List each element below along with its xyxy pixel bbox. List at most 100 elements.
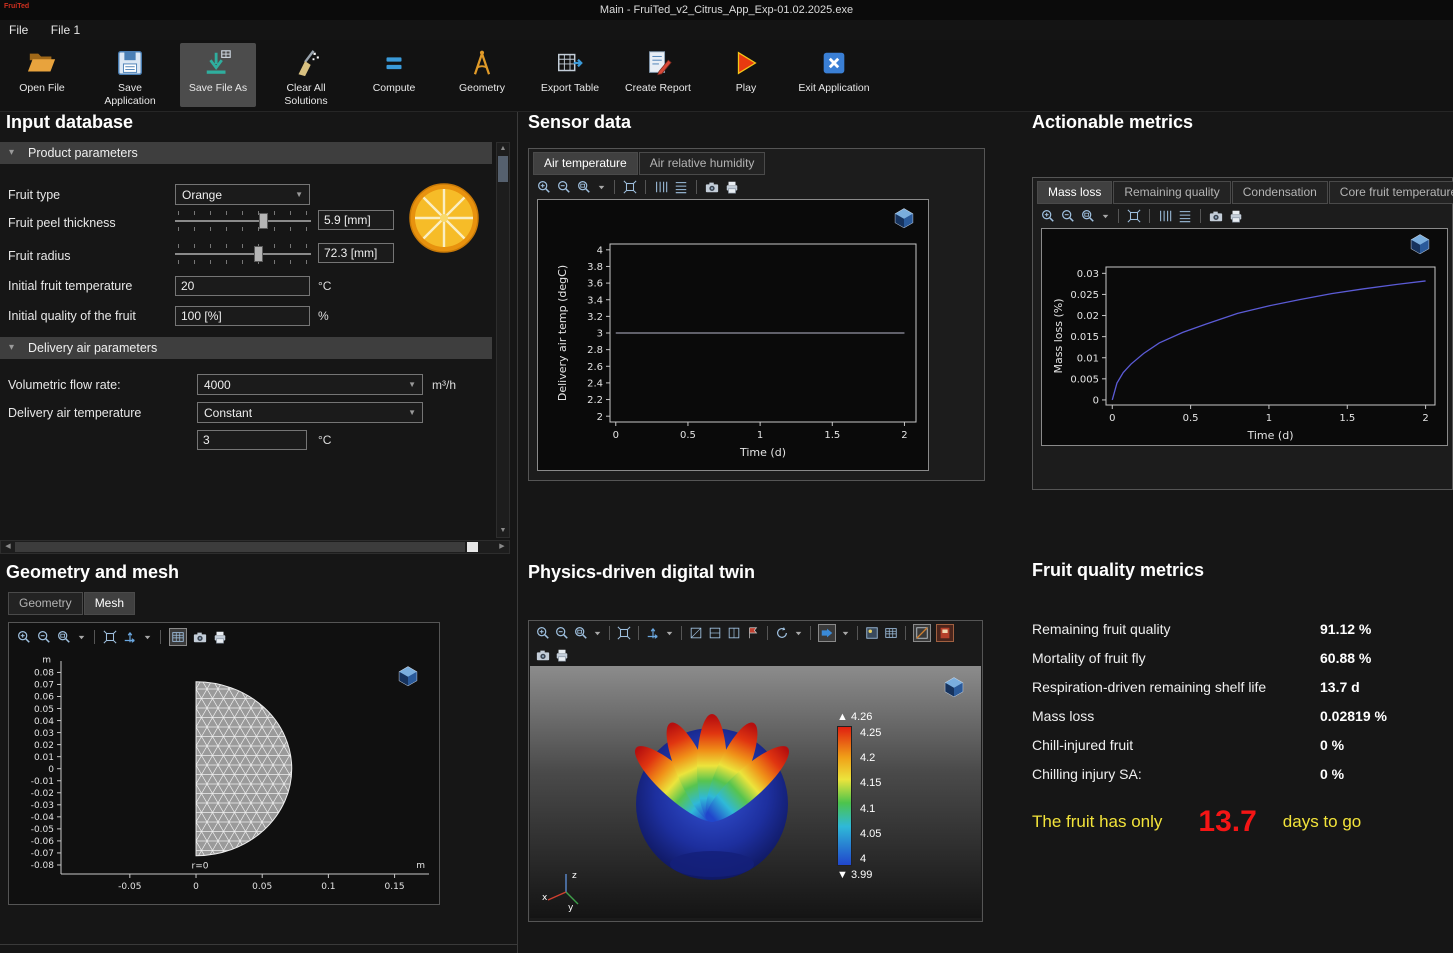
metric-value: 13.7 d (1320, 679, 1360, 695)
camera-icon[interactable] (1209, 209, 1223, 223)
chevron-down-icon[interactable] (143, 633, 152, 642)
go-button[interactable] (818, 624, 836, 642)
zoom-extents-icon[interactable] (623, 180, 637, 194)
chevron-down-icon[interactable] (77, 633, 86, 642)
twin-3d-view[interactable]: ▲ 4.26 4.25 4.2 4.15 4.1 4.05 4 ▼ (530, 666, 981, 918)
menu-file-1[interactable]: File 1 (42, 20, 89, 40)
delivery-temp-mode-dropdown[interactable]: Constant ▼ (197, 402, 423, 423)
chevron-down-icon[interactable] (1101, 212, 1110, 221)
zoom-out-icon[interactable] (37, 630, 51, 644)
camera-icon[interactable] (705, 180, 719, 194)
tab-remaining-quality[interactable]: Remaining quality (1113, 181, 1230, 204)
section-product-parameters[interactable]: ▾ Product parameters (0, 142, 492, 164)
slider-thumb[interactable] (254, 246, 263, 262)
zoom-box-icon[interactable] (577, 180, 591, 194)
tab-air-relative-humidity[interactable]: Air relative humidity (639, 152, 766, 175)
grid-vertical-icon[interactable] (654, 180, 668, 194)
zoom-extents-icon[interactable] (103, 630, 117, 644)
zoom-out-icon[interactable] (555, 626, 569, 640)
view-yz-icon[interactable] (708, 626, 722, 640)
fruit-radius-slider[interactable] (175, 241, 311, 267)
chevron-down-icon[interactable] (597, 183, 606, 192)
print-icon[interactable] (725, 180, 739, 194)
print-icon[interactable] (1229, 209, 1243, 223)
tab-mesh[interactable]: Mesh (84, 592, 135, 615)
scroll-left-arrow[interactable]: ◀ (2, 541, 14, 553)
zoom-in-icon[interactable] (536, 626, 550, 640)
save-file-as-button[interactable]: Save File As (180, 43, 256, 107)
print-icon[interactable] (555, 648, 569, 662)
view-zx-icon[interactable] (727, 626, 741, 640)
initial-temperature-input[interactable] (175, 276, 310, 296)
axes-icon[interactable] (646, 626, 660, 640)
sensor-chart[interactable]: 00.511.5222.22.42.62.833.23.43.63.84Time… (538, 200, 930, 472)
tab-mass-loss[interactable]: Mass loss (1037, 181, 1112, 204)
zoom-out-icon[interactable] (557, 180, 571, 194)
geometry-button[interactable]: Geometry (444, 43, 520, 107)
export-table-button[interactable]: Export Table (532, 43, 608, 107)
scroll-up-arrow[interactable]: ▲ (497, 143, 509, 155)
exit-application-button[interactable]: Exit Application (796, 43, 872, 107)
grid-horizontal-icon[interactable] (674, 180, 688, 194)
zoom-in-icon[interactable] (1041, 209, 1055, 223)
clip-plane-button[interactable] (913, 624, 931, 642)
play-button[interactable]: Play (708, 43, 784, 107)
transparency-button[interactable] (936, 624, 954, 642)
zoom-in-icon[interactable] (537, 180, 551, 194)
mesh-render-toggle[interactable] (169, 628, 187, 646)
zoom-box-icon[interactable] (57, 630, 71, 644)
svg-text:3.6: 3.6 (587, 279, 603, 290)
zoom-extents-icon[interactable] (1127, 209, 1141, 223)
toolbar-button-label: Save File As (189, 82, 247, 95)
vertical-scrollbar[interactable]: ▲ ▼ (496, 142, 510, 538)
zoom-in-icon[interactable] (17, 630, 31, 644)
tab-geometry[interactable]: Geometry (8, 592, 83, 615)
fruit-radius-value[interactable] (318, 243, 394, 263)
tab-core-fruit-temperature[interactable]: Core fruit temperature (1329, 181, 1453, 204)
camera-icon[interactable] (193, 630, 207, 644)
save-application-button[interactable]: Save Application (92, 43, 168, 111)
scroll-down-arrow[interactable]: ▼ (497, 525, 509, 537)
section-delivery-air-parameters[interactable]: ▾ Delivery air parameters (0, 337, 492, 359)
mass-loss-chart[interactable]: 00.511.5200.0050.010.0150.020.0250.03Tim… (1042, 229, 1449, 447)
table-grid-icon[interactable] (884, 626, 898, 640)
peel-thickness-slider[interactable] (175, 208, 311, 234)
menu-file[interactable]: File (0, 20, 37, 40)
scrollbar-thumb[interactable] (498, 156, 508, 182)
delivery-temp-input[interactable] (197, 430, 307, 450)
chevron-down-icon[interactable] (665, 629, 674, 638)
compute-button[interactable]: Compute (356, 43, 432, 107)
scrollbar-thumb[interactable] (15, 542, 465, 552)
fruit-type-dropdown[interactable]: Orange ▼ (175, 184, 310, 205)
scrollbar-grip[interactable] (467, 542, 478, 552)
horizontal-scrollbar[interactable]: ◀ ▶ (0, 540, 510, 554)
create-report-button[interactable]: Create Report (620, 43, 696, 107)
tab-air-temperature[interactable]: Air temperature (533, 152, 638, 175)
zoom-box-icon[interactable] (574, 626, 588, 640)
camera-icon[interactable] (536, 648, 550, 662)
flow-rate-dropdown[interactable]: 4000 ▼ (197, 374, 423, 395)
zoom-out-icon[interactable] (1061, 209, 1075, 223)
clear-all-solutions-button[interactable]: Clear All Solutions (268, 43, 344, 111)
view-xy-icon[interactable] (689, 626, 703, 640)
zoom-box-icon[interactable] (1081, 209, 1095, 223)
zoom-extents-icon[interactable] (617, 626, 631, 640)
chevron-down-icon[interactable] (593, 629, 602, 638)
scroll-right-arrow[interactable]: ▶ (496, 541, 508, 553)
open-file-button[interactable]: Open File (4, 43, 80, 107)
peel-thickness-value[interactable] (318, 210, 394, 230)
initial-quality-input[interactable] (175, 306, 310, 326)
tab-condensation[interactable]: Condensation (1232, 181, 1328, 204)
grid-horizontal-icon[interactable] (1178, 209, 1192, 223)
scene-light-icon[interactable] (865, 626, 879, 640)
flag-icon[interactable] (746, 626, 760, 640)
chevron-down-icon[interactable] (794, 629, 803, 638)
mesh-chart[interactable]: -0.0500.050.10.150.080.070.060.050.040.0… (9, 651, 439, 904)
print-icon[interactable] (213, 630, 227, 644)
rotate-icon[interactable] (775, 626, 789, 640)
grid-vertical-icon[interactable] (1158, 209, 1172, 223)
chevron-down-icon[interactable] (841, 629, 850, 638)
title-bar[interactable]: FruiTed Main - FruiTed_v2_Citrus_App_Exp… (0, 0, 1453, 20)
slider-thumb[interactable] (259, 213, 268, 229)
axes-icon[interactable] (123, 630, 137, 644)
